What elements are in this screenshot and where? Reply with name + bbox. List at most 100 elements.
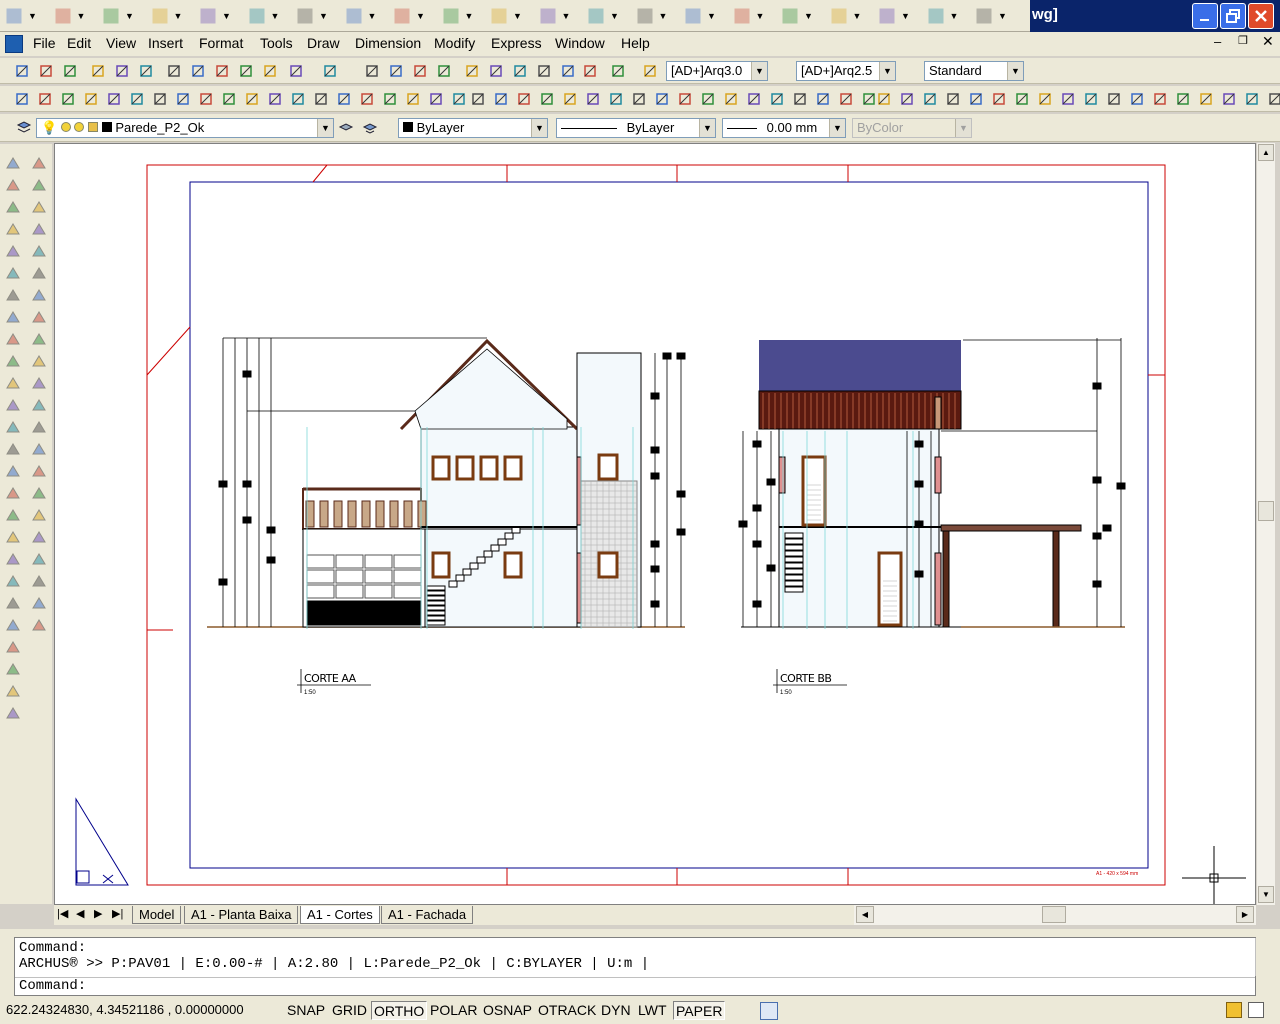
standard-tool-button-13[interactable]: [320, 61, 340, 81]
draw-tool-button-55[interactable]: [1242, 89, 1262, 109]
close-button[interactable]: [1248, 3, 1274, 29]
side-tool-button-2-3[interactable]: [29, 198, 49, 218]
standard-tool-button-15[interactable]: [386, 61, 406, 81]
chevron-down-icon[interactable]: ▼: [416, 11, 425, 21]
flyout-tool-button-12[interactable]: ▼: [538, 5, 582, 27]
paper-toggle[interactable]: PAPER: [673, 1001, 726, 1020]
chevron-down-icon[interactable]: ▼: [699, 119, 715, 137]
chevron-down-icon[interactable]: ▼: [562, 11, 571, 21]
side-tool-button-1-25[interactable]: [3, 682, 23, 702]
flyout-tool-button-11[interactable]: ▼: [489, 5, 533, 27]
table-style-combo[interactable]: Standard ▼: [924, 61, 1024, 81]
draw-tool-button-11[interactable]: [242, 89, 262, 109]
side-tool-button-2-5[interactable]: [29, 242, 49, 262]
chevron-down-icon[interactable]: ▼: [465, 11, 474, 21]
draw-tool-button-52[interactable]: [1173, 89, 1193, 109]
tab-model[interactable]: Model: [132, 906, 182, 924]
standard-tool-button-24[interactable]: [608, 61, 628, 81]
draw-tool-button-5[interactable]: [104, 89, 124, 109]
lineweight-combo[interactable]: 0.00 mm ▼: [722, 118, 846, 138]
make-object-layer-current-button[interactable]: [336, 117, 356, 137]
draw-tool-button-25[interactable]: [560, 89, 580, 109]
chevron-down-icon[interactable]: ▼: [125, 11, 134, 21]
draw-tool-button-27[interactable]: [606, 89, 626, 109]
menu-tools[interactable]: Tools: [260, 35, 293, 51]
prev-tab-icon[interactable]: ◀: [76, 907, 84, 920]
horizontal-scrollbar[interactable]: ◀ ▶: [854, 905, 1256, 925]
flyout-tool-button-21[interactable]: ▼: [974, 5, 1018, 27]
tab-fachada[interactable]: A1 - Fachada: [381, 906, 474, 924]
side-tool-button-2-17[interactable]: [29, 506, 49, 526]
standard-tool-button-10[interactable]: [236, 61, 256, 81]
side-tool-button-2-12[interactable]: [29, 396, 49, 416]
doc-restore-button[interactable]: ❐: [1238, 34, 1248, 47]
paper-space-canvas[interactable]: A1 - 420 x 594 mm CORTE AA 1:50 CORTE BB…: [54, 143, 1256, 905]
draw-tool-button-53[interactable]: [1196, 89, 1216, 109]
command-window[interactable]: Command: ARCHUS® >> P:PAV01 | E:0.00-# |…: [14, 937, 1256, 996]
chevron-down-icon[interactable]: ▼: [804, 11, 813, 21]
draw-tool-button-2[interactable]: [35, 89, 55, 109]
draw-tool-button-28[interactable]: [629, 89, 649, 109]
draw-tool-button-10[interactable]: [219, 89, 239, 109]
draw-tool-button-3[interactable]: [58, 89, 78, 109]
draw-tool-button-16[interactable]: [357, 89, 377, 109]
ortho-toggle[interactable]: ORTHO: [371, 1001, 428, 1020]
side-tool-button-1-1[interactable]: [3, 154, 23, 174]
side-tool-button-1-9[interactable]: [3, 330, 23, 350]
draw-tool-button-31[interactable]: [698, 89, 718, 109]
next-tab-icon[interactable]: ▶: [94, 907, 102, 920]
flyout-tool-button-9[interactable]: ▼: [392, 5, 436, 27]
chevron-down-icon[interactable]: ▼: [879, 62, 895, 80]
dim-style-combo[interactable]: [AD+]Arq2.5 ▼: [796, 61, 896, 81]
draw-tool-button-45[interactable]: [1012, 89, 1032, 109]
side-tool-button-2-4[interactable]: [29, 220, 49, 240]
side-tool-button-2-11[interactable]: [29, 374, 49, 394]
chevron-down-icon[interactable]: ▼: [368, 11, 377, 21]
standard-tool-button-6[interactable]: [136, 61, 156, 81]
scroll-down-arrow-icon[interactable]: ▼: [1258, 886, 1274, 903]
side-tool-button-1-21[interactable]: [3, 594, 23, 614]
menu-edit[interactable]: Edit: [67, 35, 91, 51]
linetype-combo[interactable]: ByLayer ▼: [556, 118, 716, 138]
draw-tool-button-13[interactable]: [288, 89, 308, 109]
draw-tool-button-4[interactable]: [81, 89, 101, 109]
draw-tool-button-47[interactable]: [1058, 89, 1078, 109]
side-tool-button-1-14[interactable]: [3, 440, 23, 460]
coordinate-readout[interactable]: 622.24324830, 4.34521186 , 0.00000000: [6, 1002, 244, 1017]
side-tool-button-2-9[interactable]: [29, 330, 49, 350]
layer-previous-button[interactable]: [360, 117, 380, 137]
side-tool-button-1-24[interactable]: [3, 660, 23, 680]
menu-help[interactable]: Help: [621, 35, 650, 51]
vertical-scrollbar[interactable]: ▲ ▼: [1257, 143, 1275, 905]
osnap-toggle[interactable]: OSNAP: [481, 1001, 534, 1020]
standard-tool-button-19[interactable]: [486, 61, 506, 81]
chevron-down-icon[interactable]: ▼: [319, 11, 328, 21]
side-tool-button-2-10[interactable]: [29, 352, 49, 372]
draw-tool-button-29[interactable]: [652, 89, 672, 109]
draw-tool-button-54[interactable]: [1219, 89, 1239, 109]
lwt-toggle[interactable]: LWT: [636, 1001, 669, 1020]
side-tool-button-1-15[interactable]: [3, 462, 23, 482]
text-style-combo[interactable]: [AD+]Arq3.0 ▼: [666, 61, 768, 81]
app-icon[interactable]: [5, 35, 23, 53]
side-tool-button-1-19[interactable]: [3, 550, 23, 570]
draw-tool-button-23[interactable]: [514, 89, 534, 109]
side-tool-button-1-18[interactable]: [3, 528, 23, 548]
first-tab-icon[interactable]: |◀: [57, 907, 68, 920]
standard-tool-button-1[interactable]: [12, 61, 32, 81]
flyout-tool-button-20[interactable]: ▼: [926, 5, 970, 27]
draw-tool-button-46[interactable]: [1035, 89, 1055, 109]
menu-view[interactable]: View: [106, 35, 136, 51]
menu-window[interactable]: Window: [555, 35, 605, 51]
side-tool-button-1-6[interactable]: [3, 264, 23, 284]
chevron-down-icon[interactable]: ▼: [174, 11, 183, 21]
standard-tool-button-20[interactable]: [510, 61, 530, 81]
chevron-down-icon[interactable]: ▼: [950, 11, 959, 21]
standard-tool-button-8[interactable]: [188, 61, 208, 81]
chevron-down-icon[interactable]: ▼: [513, 11, 522, 21]
chevron-down-icon[interactable]: ▼: [28, 11, 37, 21]
side-tool-button-2-20[interactable]: [29, 572, 49, 592]
draw-tool-button-14[interactable]: [311, 89, 331, 109]
side-tool-button-1-17[interactable]: [3, 506, 23, 526]
flyout-tool-button-10[interactable]: ▼: [441, 5, 485, 27]
